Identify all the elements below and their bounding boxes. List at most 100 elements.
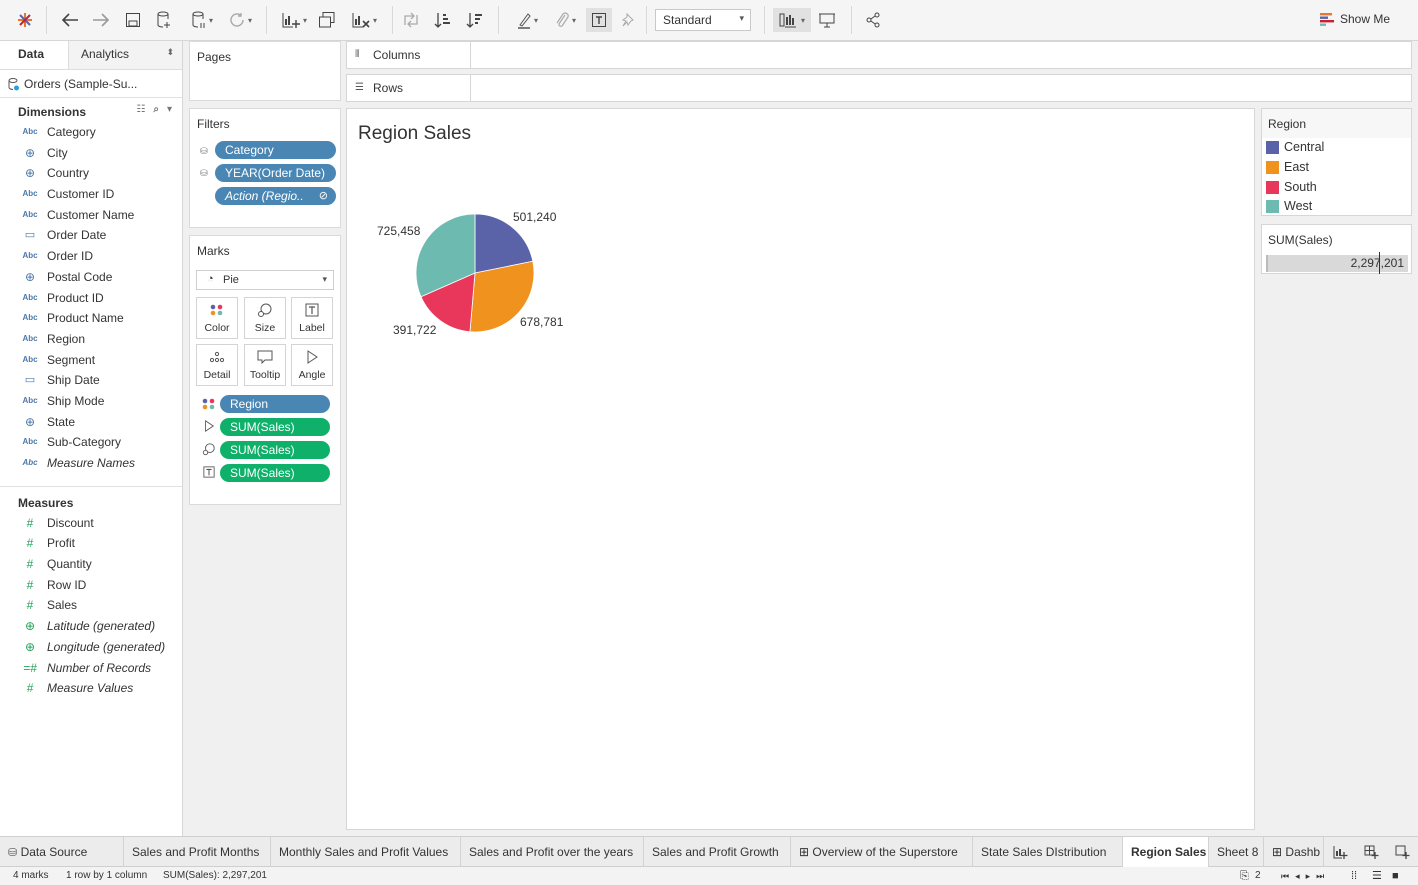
pages-shelf[interactable]: Pages	[189, 41, 341, 101]
field-item[interactable]: ⊕ Longitude (generated)	[0, 637, 182, 658]
save-icon[interactable]	[122, 8, 144, 32]
new-story-icon[interactable]	[1390, 840, 1414, 864]
highlight-icon[interactable]: ▾	[509, 8, 545, 32]
marks-pill-size-sales[interactable]: SUM(Sales)	[220, 441, 330, 459]
field-item[interactable]: Abc Ship Mode	[0, 391, 182, 412]
show-tabs-icon[interactable]: ■	[1392, 867, 1399, 885]
field-item[interactable]: =# Number of Records	[0, 658, 182, 679]
legend-item[interactable]: Central	[1262, 138, 1411, 158]
redo-icon[interactable]	[89, 8, 113, 32]
field-item[interactable]: Abc Segment	[0, 350, 182, 371]
datasource-item[interactable]: Orders (Sample-Su...	[0, 70, 182, 98]
columns-shelf[interactable]: ⦀ Columns	[346, 41, 1412, 69]
field-item[interactable]: Abc Order ID	[0, 246, 182, 267]
show-sheet-sorter-icon[interactable]: ☰	[1372, 867, 1382, 885]
field-item[interactable]: ▭ Ship Date	[0, 370, 182, 391]
share-icon[interactable]	[862, 8, 884, 32]
field-item[interactable]: ⊕ Country	[0, 163, 182, 184]
field-item[interactable]: ▭ Order Date	[0, 225, 182, 246]
field-item[interactable]: Abc Measure Names	[0, 453, 182, 474]
tab-sheet[interactable]: State Sales DIstribution	[973, 837, 1123, 867]
field-item[interactable]: # Sales	[0, 595, 182, 616]
field-item[interactable]: Abc Category	[0, 122, 182, 143]
field-item[interactable]: ⊕ State	[0, 412, 182, 433]
field-item[interactable]: Abc Region	[0, 329, 182, 350]
duplicate-sheet-icon[interactable]	[316, 8, 338, 32]
marks-pill-angle-sales[interactable]: SUM(Sales)	[220, 418, 330, 436]
filters-shelf[interactable]: Filters ⛁ Category ⛁ YEAR(Order Date) Ac…	[189, 108, 341, 228]
show-cards-icon[interactable]: ▾	[773, 8, 811, 32]
field-item[interactable]: # Row ID	[0, 575, 182, 596]
field-item[interactable]: ⊕ Postal Code	[0, 267, 182, 288]
show-filmstrip-icon[interactable]: ⁞⁞	[1351, 867, 1357, 885]
chevron-down-icon[interactable]: ▾	[167, 104, 172, 115]
view-as-list-icon[interactable]: ☷	[136, 104, 145, 115]
field-item[interactable]: Abc Customer Name	[0, 205, 182, 226]
search-icon[interactable]: ⌕	[153, 104, 159, 115]
presentation-mode-icon[interactable]	[816, 8, 838, 32]
tab-sheet[interactable]: Sales and Profit Growth	[644, 837, 791, 867]
refresh-icon[interactable]: ▾	[222, 8, 258, 32]
new-datasource-icon[interactable]	[153, 8, 175, 32]
filter-pill-action[interactable]: Action (Regio.. ⊘	[215, 187, 336, 205]
marks-pill-label-sales[interactable]: SUM(Sales)	[220, 464, 330, 482]
field-item[interactable]: Abc Product ID	[0, 288, 182, 309]
field-item[interactable]: # Discount	[0, 513, 182, 534]
color-button[interactable]: Color	[196, 297, 238, 339]
tab-dashboard[interactable]: ⊞ Overview of the Superstore	[791, 837, 973, 867]
pause-updates-icon[interactable]: ▾	[185, 8, 219, 32]
show-me-button[interactable]: Show Me	[1320, 12, 1390, 26]
number-type-icon: #	[26, 536, 34, 551]
tab-data[interactable]: Data	[0, 41, 68, 69]
mark-type-select[interactable]: ◔ Pie ▾	[196, 270, 334, 290]
field-item[interactable]: Abc Sub-Category	[0, 432, 182, 453]
rows-shelf[interactable]: ☰ Rows	[346, 74, 1412, 102]
field-item[interactable]: # Measure Values	[0, 678, 182, 699]
tab-sheet[interactable]: Monthly Sales and Profit Values	[271, 837, 461, 867]
new-worksheet-icon[interactable]: ▾	[275, 8, 313, 32]
filter-pill-category[interactable]: Category	[215, 141, 336, 159]
tab-data-source[interactable]: ⛁ Data Source	[0, 837, 124, 867]
undo-icon[interactable]	[58, 8, 82, 32]
swap-rows-columns-icon[interactable]	[400, 8, 422, 32]
field-item[interactable]: Abc Product Name	[0, 308, 182, 329]
tooltip-button[interactable]: Tooltip	[244, 344, 286, 386]
marks-pill-region[interactable]: Region	[220, 395, 330, 413]
number-type-icon: #	[26, 515, 34, 530]
sort-descending-icon[interactable]	[464, 8, 486, 32]
field-item[interactable]: # Profit	[0, 533, 182, 554]
show-mark-labels-icon[interactable]	[586, 8, 612, 32]
legend-swatch	[1266, 200, 1279, 214]
sheet-navigation-icon[interactable]: ⏮◂▸⏭	[1281, 867, 1330, 885]
sort-ascending-icon[interactable]	[432, 8, 454, 32]
legend-item[interactable]: East	[1262, 158, 1411, 178]
angle-button[interactable]: Angle	[291, 344, 333, 386]
legend-item[interactable]: South	[1262, 178, 1411, 198]
tableau-logo-icon[interactable]	[14, 8, 36, 32]
view-size-select[interactable]: Standard ▾	[655, 9, 751, 31]
fix-axes-icon[interactable]	[618, 8, 640, 32]
legend-item[interactable]: West	[1262, 197, 1411, 217]
group-members-icon[interactable]: ▾	[547, 8, 583, 32]
clear-sheet-icon[interactable]: ▾	[346, 8, 382, 32]
tab-sheet[interactable]: Sales and Profit over the years	[461, 837, 644, 867]
label-button[interactable]: Label	[291, 297, 333, 339]
field-item[interactable]: # Quantity	[0, 554, 182, 575]
rows-icon: ☰	[355, 82, 364, 93]
columns-label: ⦀ Columns	[347, 42, 471, 68]
tab-sheet[interactable]: Sales and Profit Months	[124, 837, 271, 867]
field-item[interactable]: ⊕ City	[0, 143, 182, 164]
field-item[interactable]: Abc Customer ID	[0, 184, 182, 205]
view-canvas[interactable]: Region Sales 501,240 678,781 391,722 725,45…	[346, 108, 1255, 830]
field-name: Profit	[47, 536, 76, 551]
filter-pill-year-order-date[interactable]: YEAR(Order Date)	[215, 164, 336, 182]
size-button[interactable]: Size	[244, 297, 286, 339]
tab-analytics[interactable]: Analytics ⬍	[68, 41, 182, 69]
tab-sheet-8[interactable]: Sheet 8	[1209, 837, 1264, 867]
new-worksheet-icon[interactable]	[1328, 840, 1352, 864]
detail-button[interactable]: Detail	[196, 344, 238, 386]
field-item[interactable]: ⊕ Latitude (generated)	[0, 616, 182, 637]
tab-dashboard[interactable]: ⊞ Dashb	[1264, 837, 1324, 867]
new-dashboard-icon[interactable]	[1359, 840, 1383, 864]
tab-region-sales[interactable]: Region Sales	[1123, 837, 1209, 867]
